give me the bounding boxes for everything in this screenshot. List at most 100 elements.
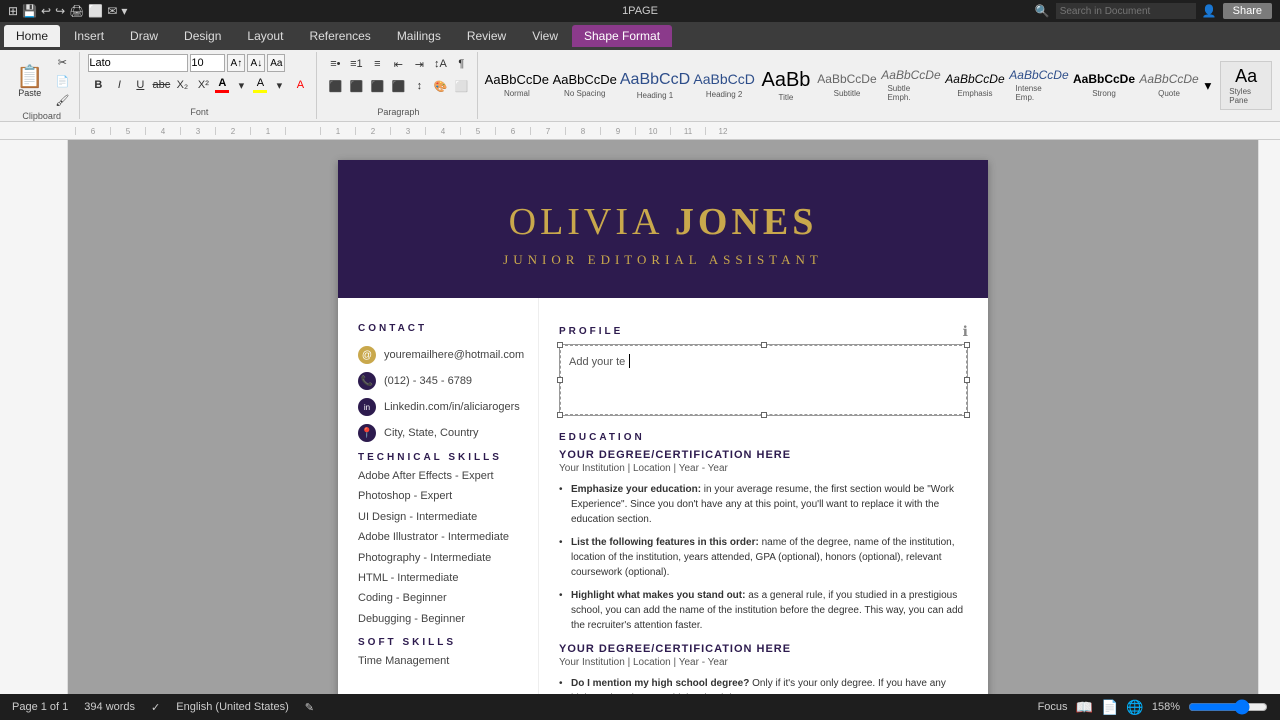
tab-insert[interactable]: Insert xyxy=(62,25,116,47)
save-icon[interactable]: 💾 xyxy=(22,4,37,18)
style-heading2[interactable]: AaBbCcD Heading 2 xyxy=(693,56,756,116)
edu-bullet-1-2: List the following features in this orde… xyxy=(559,535,968,580)
tab-shape-format[interactable]: Shape Format xyxy=(572,25,672,47)
style-subtitle-preview: AaBbCcDe xyxy=(817,73,876,86)
style-quote-label: Quote xyxy=(1158,89,1180,98)
styles-pane-button[interactable]: Aa Styles Pane xyxy=(1220,61,1272,110)
font-size-input[interactable] xyxy=(190,54,225,72)
tab-design[interactable]: Design xyxy=(172,25,233,47)
style-intense-emp-label: Intense Emp. xyxy=(1015,84,1062,102)
export-icon[interactable]: ⬜ xyxy=(88,4,103,18)
font-color-button[interactable]: ▾ xyxy=(231,75,251,95)
focus-button[interactable]: Focus xyxy=(1038,701,1068,713)
proofing-icon[interactable]: ✓ xyxy=(151,701,160,714)
font-color-picker-button[interactable]: A xyxy=(290,75,310,95)
tab-draw[interactable]: Draw xyxy=(118,25,170,47)
ruler-marks: 6 5 4 3 2 1 1 2 3 4 5 6 7 8 9 10 11 12 xyxy=(75,127,740,135)
align-center-button[interactable]: ⬛ xyxy=(346,76,366,96)
style-quote[interactable]: AaBbCcDe Quote xyxy=(1139,56,1200,116)
read-mode-button[interactable]: 📖 xyxy=(1076,699,1093,716)
redo-icon[interactable]: ↪ xyxy=(55,4,65,18)
resume-name: OLIVIA JONES xyxy=(368,200,958,244)
track-changes-icon[interactable]: ✎ xyxy=(305,701,314,714)
bold-button[interactable]: B xyxy=(88,75,108,95)
highlight-color-button[interactable]: ▾ xyxy=(269,75,289,95)
font-size-decrease[interactable]: A↓ xyxy=(247,54,265,72)
align-left-button[interactable]: ⬛ xyxy=(325,76,345,96)
ruler-mark-9r: 9 xyxy=(600,127,635,135)
more-icon[interactable]: ▾ xyxy=(121,4,127,18)
tab-references[interactable]: References xyxy=(297,25,382,47)
underline-button[interactable]: U xyxy=(130,75,150,95)
share-button[interactable]: Share xyxy=(1223,3,1272,19)
copy-button[interactable]: 📄 xyxy=(51,73,73,90)
change-case-button[interactable]: Aa xyxy=(267,54,285,72)
windows-icon[interactable]: ⊞ xyxy=(8,4,18,18)
style-heading1[interactable]: AaBbCcD Heading 1 xyxy=(620,56,690,116)
paste-button[interactable]: 📋 Paste xyxy=(10,62,49,102)
increase-indent-button[interactable]: ⇥ xyxy=(409,54,429,74)
resize-handle-bc[interactable] xyxy=(761,412,767,418)
strikethrough-button[interactable]: abc xyxy=(151,75,171,95)
resize-handle-br[interactable] xyxy=(964,412,970,418)
bullets-button[interactable]: ≡• xyxy=(325,54,345,74)
format-painter-button[interactable]: 🖌 xyxy=(51,92,73,109)
tab-view[interactable]: View xyxy=(520,25,570,47)
style-normal-label: Normal xyxy=(504,89,530,98)
resize-handle-tr[interactable] xyxy=(964,342,970,348)
superscript-button[interactable]: X² xyxy=(193,75,213,95)
font-size-increase[interactable]: A↑ xyxy=(227,54,245,72)
style-strong[interactable]: AaBbCcDe Strong xyxy=(1072,56,1135,116)
search-icon[interactable]: 🔍 xyxy=(1035,4,1050,18)
location-icon: 📍 xyxy=(358,424,376,442)
linkedin-text: Linkedin.com/in/aliciarogers xyxy=(384,401,520,413)
web-layout-button[interactable]: 🌐 xyxy=(1126,699,1143,716)
resize-handle-tl[interactable] xyxy=(557,342,563,348)
edu-bullet-2-1: Do I mention my high school degree? Only… xyxy=(559,676,968,694)
sort-button[interactable]: ↕A xyxy=(430,54,450,74)
align-right-button[interactable]: ⬛ xyxy=(367,76,387,96)
style-subtle-emph[interactable]: AaBbCcDe Subtle Emph. xyxy=(880,56,941,116)
style-emphasis[interactable]: AaBbCcDe Emphasis xyxy=(944,56,1005,116)
multilevel-button[interactable]: ≡ xyxy=(367,54,387,74)
tab-review[interactable]: Review xyxy=(455,25,518,47)
tab-layout[interactable]: Layout xyxy=(235,25,295,47)
italic-button[interactable]: I xyxy=(109,75,129,95)
style-title[interactable]: AaBb Title xyxy=(758,56,813,116)
line-spacing-button[interactable]: ↕ xyxy=(409,76,429,96)
cut-button[interactable]: ✂ xyxy=(51,54,73,71)
right-sidebar xyxy=(1258,140,1280,694)
mail-icon[interactable]: ✉ xyxy=(107,4,117,18)
decrease-indent-button[interactable]: ⇤ xyxy=(388,54,408,74)
technical-skills-list: Adobe After Effects - Expert Photoshop -… xyxy=(358,469,518,627)
numbering-button[interactable]: ≡1 xyxy=(346,54,366,74)
ruler-mark-11r: 11 xyxy=(670,127,705,135)
resize-handle-tc[interactable] xyxy=(761,342,767,348)
style-intense-emp[interactable]: AaBbCcDe Intense Emp. xyxy=(1008,56,1069,116)
tab-home[interactable]: Home xyxy=(4,25,60,47)
zoom-slider[interactable] xyxy=(1188,699,1268,715)
resize-handle-mr[interactable] xyxy=(964,377,970,383)
font-name-input[interactable] xyxy=(88,54,188,72)
account-icon[interactable]: 👤 xyxy=(1202,4,1217,18)
subscript-button[interactable]: X₂ xyxy=(172,75,192,95)
shading-button[interactable]: 🎨 xyxy=(430,76,450,96)
style-no-spacing[interactable]: AaBbCcDe No Spacing xyxy=(552,56,617,116)
justify-button[interactable]: ⬛ xyxy=(388,76,408,96)
tab-mailings[interactable]: Mailings xyxy=(385,25,453,47)
profile-textbox[interactable]: Add your te xyxy=(560,345,967,415)
styles-expand-button[interactable]: ▾ xyxy=(1203,76,1214,96)
resize-handle-bl[interactable] xyxy=(557,412,563,418)
search-input[interactable] xyxy=(1056,3,1196,19)
style-normal[interactable]: AaBbCcDe Normal xyxy=(484,56,549,116)
contact-phone: 📞 (012) - 345 - 6789 xyxy=(358,372,518,390)
resize-handle-ml[interactable] xyxy=(557,377,563,383)
resume-right-col: PROFILE ℹ Add your te xyxy=(538,298,988,694)
profile-textbox-wrapper[interactable]: Add your te xyxy=(559,344,968,416)
undo-icon[interactable]: ↩ xyxy=(41,4,51,18)
show-marks-button[interactable]: ¶ xyxy=(451,54,471,74)
print-icon[interactable]: 🖨 xyxy=(69,4,84,18)
style-subtitle[interactable]: AaBbCcDe Subtitle xyxy=(816,56,877,116)
borders-button[interactable]: ⬜ xyxy=(451,76,471,96)
print-layout-button[interactable]: 📄 xyxy=(1101,699,1118,716)
